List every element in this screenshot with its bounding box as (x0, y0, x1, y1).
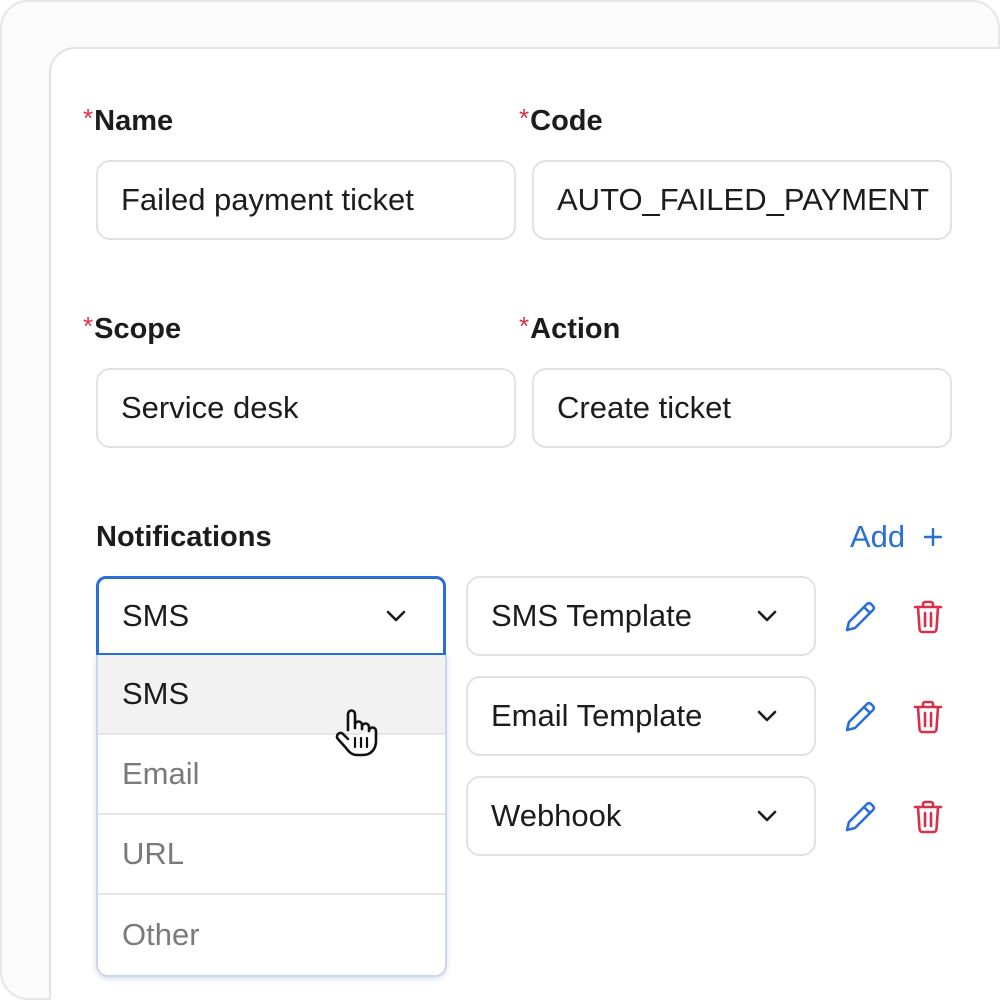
template-select-value: Webhook (491, 798, 622, 833)
code-label: *Code (519, 103, 603, 138)
channel-dropdown-menu: SMS Email URL Other (96, 655, 447, 977)
required-marker: * (83, 311, 94, 341)
action-label-text: Action (530, 313, 621, 345)
action-input[interactable]: Create ticket (532, 368, 952, 448)
chevron-down-icon (757, 710, 777, 722)
chevron-down-icon (757, 810, 777, 822)
required-marker: * (519, 311, 530, 341)
scope-label: *Scope (83, 311, 182, 346)
plus-icon (923, 527, 942, 547)
required-marker: * (519, 103, 530, 133)
code-label-text: Code (530, 105, 603, 137)
add-notification-button[interactable]: Add (850, 520, 942, 554)
edit-button[interactable] (840, 597, 880, 637)
channel-select-value: SMS (122, 598, 190, 633)
name-label: *Name (83, 103, 174, 138)
trash-icon (913, 700, 943, 734)
scope-input[interactable]: Service desk (96, 368, 516, 448)
template-select-sms[interactable]: SMS Template (466, 576, 816, 656)
delete-button[interactable] (908, 697, 948, 737)
required-marker: * (83, 103, 94, 133)
name-input[interactable]: Failed payment ticket (96, 160, 516, 240)
chevron-down-icon (757, 610, 777, 622)
dropdown-option-email[interactable]: Email (98, 735, 445, 815)
dropdown-option-other[interactable]: Other (98, 895, 445, 975)
template-select-value: Email Template (491, 698, 703, 733)
template-select-email[interactable]: Email Template (466, 676, 816, 756)
scope-input-value: Service desk (121, 390, 299, 425)
delete-button[interactable] (908, 797, 948, 837)
action-input-value: Create ticket (557, 390, 732, 425)
dropdown-option-sms[interactable]: SMS (98, 655, 445, 735)
dropdown-option-url[interactable]: URL (98, 815, 445, 895)
code-input[interactable]: AUTO_FAILED_PAYMENT (532, 160, 952, 240)
template-select-value: SMS Template (491, 598, 693, 633)
action-label: *Action (519, 311, 621, 346)
chevron-down-icon (386, 610, 406, 622)
name-input-value: Failed payment ticket (121, 182, 414, 217)
edit-button[interactable] (840, 797, 880, 837)
edit-button[interactable] (840, 697, 880, 737)
notifications-heading: Notifications (96, 521, 272, 553)
template-select-webhook[interactable]: Webhook (466, 776, 816, 856)
scope-label-text: Scope (94, 313, 182, 345)
pencil-icon (845, 701, 876, 732)
code-input-value: AUTO_FAILED_PAYMENT (557, 182, 930, 217)
delete-button[interactable] (908, 597, 948, 637)
name-label-text: Name (94, 105, 174, 137)
trash-icon (913, 600, 943, 634)
pencil-icon (845, 801, 876, 832)
channel-select[interactable]: SMS (96, 576, 446, 656)
pencil-icon (845, 601, 876, 632)
add-notification-label: Add (850, 519, 906, 554)
hand-pointer-cursor-icon (335, 709, 378, 757)
trash-icon (913, 800, 943, 834)
